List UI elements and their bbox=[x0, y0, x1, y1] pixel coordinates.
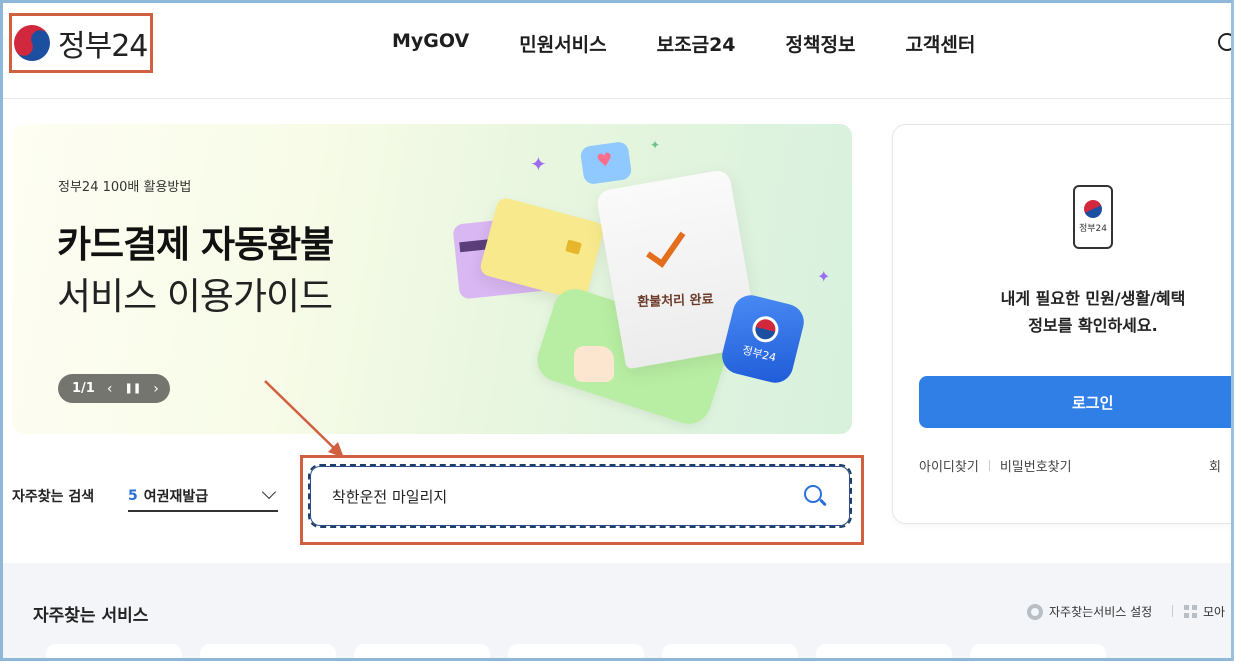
sparkle-icon: ✦ bbox=[650, 138, 661, 152]
service-card[interactable] bbox=[508, 644, 644, 661]
main-nav: MyGOV 민원서비스 보조금24 정책정보 고객센터 bbox=[392, 30, 1025, 57]
banner-illustration: ✦ ✦ ✦ 환불처리 완료 정부24 bbox=[432, 124, 852, 434]
nav-item-subsidy24[interactable]: 보조금24 bbox=[657, 30, 736, 57]
sparkle-icon: ✦ bbox=[817, 267, 831, 286]
login-button[interactable]: 로그인 bbox=[919, 376, 1234, 428]
login-message-line1: 내게 필요한 민원/생활/혜택 bbox=[1000, 289, 1186, 308]
thumbs-up-icon bbox=[574, 346, 614, 382]
receipt-text: 환불처리 완료 bbox=[637, 292, 714, 311]
frequent-search-label: 자주찾는 검색 bbox=[12, 489, 95, 505]
setting-label: 자주찾는서비스 설정 bbox=[1049, 605, 1153, 619]
collect-view-link[interactable]: 모아 bbox=[1184, 603, 1225, 620]
logo-annotation-box bbox=[9, 13, 153, 73]
service-card[interactable] bbox=[46, 644, 182, 661]
frequent-services-setting-link[interactable]: 자주찾는서비스 설정 bbox=[1027, 603, 1152, 620]
login-panel: 정부24 내게 필요한 민원/생활/혜택 정보를 확인하세요. 로그인 아이디찾… bbox=[892, 124, 1234, 524]
frequent-services-section: 자주찾는 서비스 자주찾는서비스 설정 모아 bbox=[0, 563, 1234, 661]
main-banner[interactable]: 정부24 100배 활용방법 카드결제 자동환불 서비스 이용가이드 1/1 ‹… bbox=[12, 124, 852, 434]
pause-icon[interactable]: ❚❚ bbox=[124, 383, 141, 394]
service-card[interactable] bbox=[662, 644, 798, 661]
service-card[interactable] bbox=[200, 644, 336, 661]
nav-item-civil-service[interactable]: 민원서비스 bbox=[519, 30, 606, 57]
banner-pager: 1/1 ‹ ❚❚ › bbox=[58, 374, 170, 403]
site-header: 정부24 MyGOV 민원서비스 보조금24 정책정보 고객센터 bbox=[0, 0, 1234, 99]
find-id-link[interactable]: 아이디찾기 bbox=[919, 456, 979, 475]
gear-icon bbox=[1027, 603, 1043, 620]
nav-item-policy-info[interactable]: 정책정보 bbox=[786, 30, 856, 57]
grid-icon bbox=[1184, 605, 1197, 618]
service-card[interactable] bbox=[970, 644, 1106, 661]
header-search-icon[interactable] bbox=[1218, 33, 1234, 51]
prev-arrow-icon[interactable]: ‹ bbox=[107, 381, 113, 397]
frequent-services-title: 자주찾는 서비스 bbox=[33, 606, 149, 626]
taegeuk-icon bbox=[1081, 197, 1105, 221]
chevron-down-icon bbox=[261, 484, 277, 500]
pager-count: 1/1 bbox=[72, 381, 95, 396]
service-card[interactable] bbox=[354, 644, 490, 661]
login-links: 아이디찾기 비밀번호찾기 bbox=[919, 456, 1072, 475]
next-arrow-icon[interactable]: › bbox=[153, 381, 159, 397]
nav-item-customer-center[interactable]: 고객센터 bbox=[905, 30, 975, 57]
divider bbox=[1172, 605, 1173, 617]
login-message: 내게 필요한 민원/생활/혜택 정보를 확인하세요. bbox=[973, 285, 1213, 339]
taegeuk-icon bbox=[749, 313, 782, 346]
banner-kicker: 정부24 100배 활용방법 bbox=[58, 180, 192, 195]
heart-bubble-icon bbox=[579, 140, 633, 186]
mobile-phone-icon: 정부24 bbox=[1073, 185, 1113, 249]
banner-subtitle: 서비스 이용가이드 bbox=[57, 275, 333, 318]
check-icon bbox=[646, 223, 686, 268]
divider bbox=[988, 460, 990, 471]
search-input[interactable] bbox=[332, 487, 772, 505]
search-icon[interactable] bbox=[804, 485, 827, 507]
find-password-link[interactable]: 비밀번호찾기 bbox=[1000, 456, 1072, 475]
service-cards bbox=[46, 644, 1106, 661]
nav-item-mygov[interactable]: MyGOV bbox=[392, 30, 469, 57]
phone-icon-text: 정부24 bbox=[1078, 224, 1107, 234]
frequent-search-dropdown[interactable]: 5 여권재발급 bbox=[128, 481, 278, 512]
frequent-search-rank: 5 bbox=[128, 487, 138, 504]
login-message-line2: 정보를 확인하세요. bbox=[1028, 316, 1158, 335]
sparkle-icon: ✦ bbox=[530, 152, 547, 176]
badge-text: 정부24 bbox=[741, 343, 778, 365]
frequent-search-value: 여권재발급 bbox=[143, 488, 209, 505]
service-card[interactable] bbox=[816, 644, 952, 661]
signup-link[interactable]: 회 bbox=[1209, 456, 1221, 475]
search-box[interactable] bbox=[308, 464, 852, 528]
collect-label: 모아 bbox=[1203, 605, 1226, 619]
banner-title: 카드결제 자동환불 bbox=[57, 223, 334, 266]
